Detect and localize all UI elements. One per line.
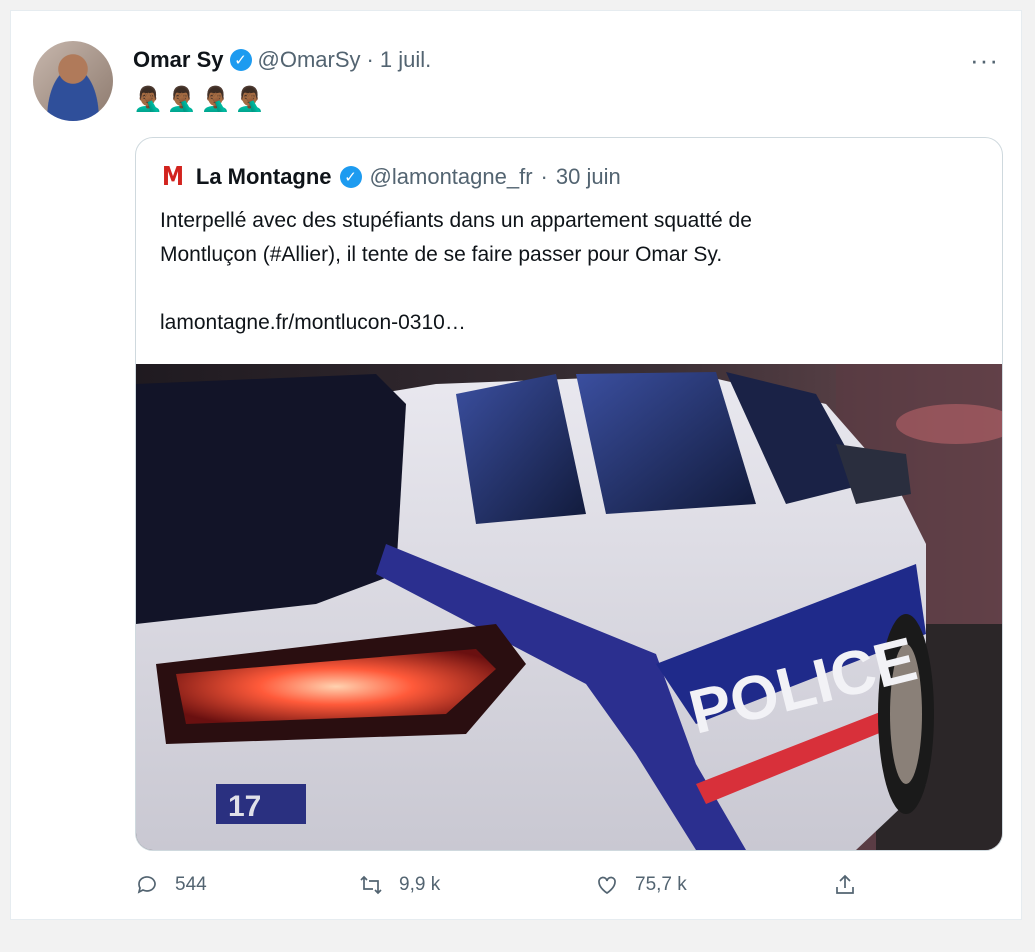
like-button[interactable]: 75,7 k — [595, 873, 687, 897]
retweet-icon — [360, 875, 382, 895]
quoted-tweet[interactable]: M La Montagne ✓ @lamontagne_fr · 30 juin… — [135, 137, 1003, 851]
author-name[interactable]: Omar Sy — [133, 47, 224, 73]
verified-badge-icon: ✓ — [229, 49, 252, 71]
author-handle[interactable]: @OmarSy — [258, 47, 361, 73]
police-car-photo[interactable]: POLICE 17 — [136, 364, 1002, 850]
retweet-button[interactable]: 9,9 k — [359, 873, 440, 897]
share-icon — [836, 874, 854, 894]
tweet-actions: 544 9,9 k 75,7 k — [135, 873, 995, 903]
reply-icon — [137, 876, 156, 894]
like-count: 75,7 k — [635, 874, 687, 895]
tweet-date[interactable]: 1 juil. — [380, 47, 431, 73]
plate-text: 17 — [228, 790, 261, 823]
more-options-icon[interactable]: ··· — [970, 45, 999, 76]
quoted-text-line: Interpellé avec des stupéfiants dans un … — [160, 209, 752, 232]
reply-button[interactable]: 544 — [135, 873, 207, 897]
share-button[interactable] — [833, 873, 857, 897]
quoted-header: M La Montagne ✓ @lamontagne_fr · 30 juin — [160, 162, 621, 192]
police-car-illustration: POLICE 17 — [136, 364, 1002, 850]
quoted-separator: · — [540, 164, 548, 189]
reply-count: 544 — [175, 874, 207, 895]
la-montagne-logo: M — [161, 162, 184, 192]
tweet-header: Omar Sy ✓ @OmarSy · 1 juil. — [133, 47, 431, 73]
quoted-link[interactable]: lamontagne.fr/montlucon-0310… — [160, 306, 980, 340]
tweet-text: 🤦🏾‍♂️🤦🏾‍♂️🤦🏾‍♂️🤦🏾‍♂️ — [133, 86, 269, 113]
quoted-verified-badge-icon: ✓ — [339, 166, 362, 188]
like-icon — [598, 876, 616, 895]
quoted-handle[interactable]: @lamontagne_fr — [370, 164, 533, 190]
quoted-author-name[interactable]: La Montagne — [196, 164, 332, 190]
retweet-count: 9,9 k — [399, 874, 441, 895]
meta-separator: · — [366, 47, 374, 72]
avatar[interactable] — [33, 41, 113, 121]
quoted-text: Interpellé avec des stupéfiants dans un … — [160, 204, 980, 340]
tweet-card[interactable]: Omar Sy ✓ @OmarSy · 1 juil. ··· 🤦🏾‍♂️🤦🏾‍… — [10, 10, 1022, 920]
quoted-text-line: Montluçon (#Allier), il tente de se fair… — [160, 243, 723, 266]
quoted-date[interactable]: 30 juin — [556, 164, 621, 190]
